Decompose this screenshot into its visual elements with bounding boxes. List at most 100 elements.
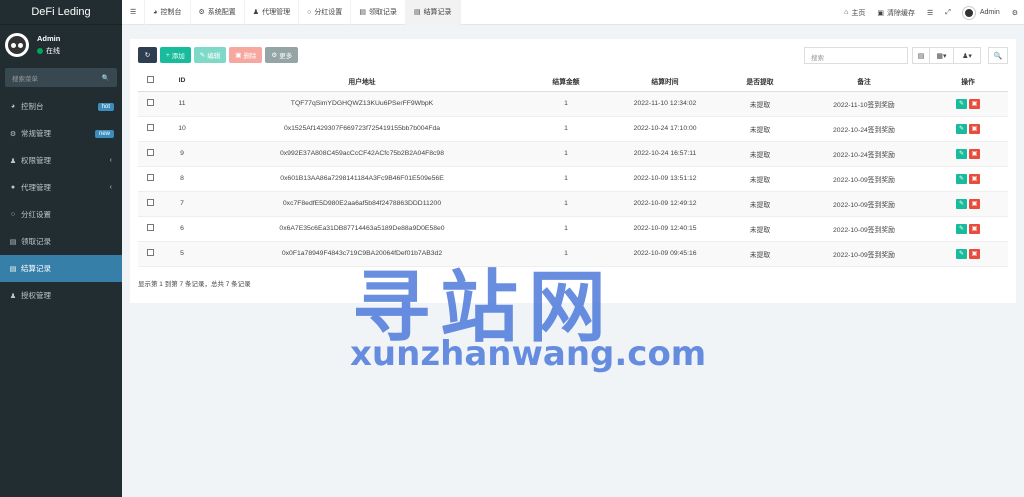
- sidebar-item-dashboard[interactable]: ◕ 控制台 hot: [0, 93, 122, 120]
- brand-logo[interactable]: DeFi Leding: [0, 0, 122, 25]
- table-search-input[interactable]: 搜索: [804, 47, 908, 64]
- header-time[interactable]: 结算时间: [610, 71, 720, 92]
- columns-button[interactable]: ▦▾: [929, 47, 954, 64]
- row-delete-button[interactable]: ▣: [969, 173, 980, 184]
- cell-actions: ✎ ▣: [928, 216, 1008, 242]
- pencil-icon: ✎: [199, 52, 206, 59]
- row-delete-button[interactable]: ▣: [969, 123, 980, 134]
- cell-withdrawn: 未提取: [720, 91, 800, 117]
- cell-withdrawn: 未提取: [720, 216, 800, 242]
- cell-id: 7: [162, 191, 202, 217]
- menu-toggle-button[interactable]: ☰: [122, 0, 146, 25]
- row-checkbox[interactable]: [146, 174, 154, 181]
- edit-button[interactable]: ✎ 编辑: [193, 47, 227, 63]
- table-row[interactable]: 8 0x601B13AA86a7298141184A3Fc9B46F01E509e…: [138, 166, 1008, 192]
- cell-id: 5: [162, 241, 202, 267]
- row-edit-button[interactable]: ✎: [956, 198, 967, 209]
- tab-system-config[interactable]: ⚙ 系统配置: [191, 0, 245, 25]
- tab-dividend[interactable]: ○ 分红设置: [299, 0, 352, 25]
- language-button[interactable]: ☰: [921, 0, 939, 25]
- home-link[interactable]: ⌂ 主页: [838, 0, 871, 25]
- sidebar-item-dividend[interactable]: ○ 分红设置: [0, 201, 122, 228]
- row-checkbox-cell[interactable]: [138, 91, 162, 117]
- table-row[interactable]: 6 0x6A7E35c6Ea31DB87714463a5189De88a9D0E5…: [138, 216, 1008, 242]
- row-checkbox[interactable]: [146, 99, 154, 106]
- more-button[interactable]: ⚙ 更多: [265, 47, 299, 63]
- row-checkbox-cell[interactable]: [138, 241, 162, 267]
- add-button[interactable]: + 添加: [160, 47, 191, 63]
- cell-withdrawn: 未提取: [720, 141, 800, 167]
- row-checkbox[interactable]: [146, 124, 154, 131]
- tab-dashboard[interactable]: ◕ 控制台: [145, 0, 191, 25]
- delete-button[interactable]: ▣ 删除: [229, 47, 263, 63]
- header-id[interactable]: ID: [162, 71, 202, 92]
- row-edit-button[interactable]: ✎: [956, 223, 967, 234]
- row-checkbox-cell[interactable]: [138, 116, 162, 142]
- header-amount[interactable]: 结算金额: [522, 71, 610, 92]
- tab-claim-records[interactable]: ▤ 领取记录: [351, 0, 406, 25]
- gear-icon: ⚙: [198, 9, 205, 16]
- sidebar-item-agent[interactable]: ● 代理管理 ‹: [0, 174, 122, 201]
- row-delete-button[interactable]: ▣: [969, 98, 980, 109]
- select-all-checkbox[interactable]: [146, 76, 154, 84]
- table-tools: ▤ ▦▾ ♟▾: [912, 47, 981, 64]
- cell-withdrawn: 未提取: [720, 241, 800, 267]
- row-checkbox[interactable]: [146, 149, 154, 156]
- cell-id: 11: [162, 91, 202, 117]
- table-row[interactable]: 9 0x992E37A808C459acCcCF42ACfc75b2B2A04F8…: [138, 141, 1008, 167]
- fullscreen-button[interactable]: ⤢: [939, 0, 957, 25]
- cell-id: 9: [162, 141, 202, 167]
- row-checkbox-cell[interactable]: [138, 166, 162, 192]
- settings-button[interactable]: ⚙: [1006, 0, 1024, 25]
- tab-settlement-records[interactable]: ▤ 结算记录: [405, 0, 461, 25]
- refresh-button[interactable]: ↻: [138, 47, 157, 63]
- row-checkbox-cell[interactable]: [138, 191, 162, 217]
- table-row[interactable]: 11 TQF77qSimYDGHQWZ13KUu6PSerFF9WbpK 1 2022…: [138, 91, 1008, 117]
- row-checkbox[interactable]: [146, 224, 154, 231]
- row-checkbox-cell[interactable]: [138, 216, 162, 242]
- topbar: ☰ ◕ 控制台 ⚙ 系统配置 ♟ 代理管理 ○ 分红设置 ▤ 领取记录 ▤ 结算记录 ⌂ 主页…: [122, 0, 1024, 25]
- header-address[interactable]: 用户地址: [202, 71, 522, 92]
- clear-cache-button[interactable]: ▣ 清除缓存: [871, 0, 921, 25]
- row-edit-button[interactable]: ✎: [956, 248, 967, 259]
- sidebar-item-permission[interactable]: ♟ 权限管理 ‹: [0, 147, 122, 174]
- row-delete-button[interactable]: ▣: [969, 248, 980, 259]
- cell-time: 2022-11-10 12:34:02: [610, 91, 720, 117]
- toggle-view-button[interactable]: ▤: [912, 47, 930, 64]
- row-edit-button[interactable]: ✎: [956, 98, 967, 109]
- table-row[interactable]: 7 0xc7F8edfE5D980E2aa6af5b84f2478863DDD11…: [138, 191, 1008, 217]
- header-note[interactable]: 备注: [800, 71, 928, 92]
- cell-amount: 1: [522, 166, 610, 192]
- cell-time: 2022-10-24 16:57:11: [610, 141, 720, 167]
- cell-note: 2022-11-10签到奖励: [800, 91, 928, 117]
- row-checkbox-cell[interactable]: [138, 141, 162, 167]
- cell-id: 8: [162, 166, 202, 192]
- sidebar-item-settlement-records[interactable]: ▤ 结算记录: [0, 255, 122, 282]
- cell-note: 2022-10-09签到奖励: [800, 166, 928, 192]
- sidebar-item-general[interactable]: ⚙ 常规管理 new: [0, 120, 122, 147]
- row-delete-button[interactable]: ▣: [969, 223, 980, 234]
- export-button[interactable]: ♟▾: [953, 47, 981, 64]
- refresh-icon: ↻: [144, 52, 151, 59]
- row-checkbox[interactable]: [146, 199, 154, 206]
- sidebar-item-claim-records[interactable]: ▤ 领取记录: [0, 228, 122, 255]
- row-edit-button[interactable]: ✎: [956, 123, 967, 134]
- sidebar-search-input[interactable]: 搜索菜单 🔍: [5, 68, 117, 87]
- table-row[interactable]: 10 0x1525Af1429307F669723f725419155bb7b00…: [138, 116, 1008, 142]
- cell-actions: ✎ ▣: [928, 191, 1008, 217]
- header-withdrawn[interactable]: 是否提取: [720, 71, 800, 92]
- dashboard-icon: ◕: [153, 8, 158, 16]
- tab-agent[interactable]: ♟ 代理管理: [245, 0, 300, 25]
- search-button[interactable]: 🔍: [988, 47, 1008, 64]
- table-header: ID 用户地址 结算金额 结算时间 是否提取 备注 操作: [138, 71, 1008, 92]
- sidebar-item-authorization[interactable]: ♟ 授权管理: [0, 282, 122, 309]
- table-icon: ▤: [917, 52, 925, 60]
- row-edit-button[interactable]: ✎: [956, 148, 967, 159]
- row-delete-button[interactable]: ▣: [969, 148, 980, 159]
- user-menu[interactable]: Admin: [957, 0, 1006, 25]
- row-edit-button[interactable]: ✎: [956, 173, 967, 184]
- cell-note: 2022-10-24签到奖励: [800, 116, 928, 142]
- row-checkbox[interactable]: [146, 249, 154, 256]
- row-delete-button[interactable]: ▣: [969, 198, 980, 209]
- user-name: Admin: [37, 34, 61, 43]
